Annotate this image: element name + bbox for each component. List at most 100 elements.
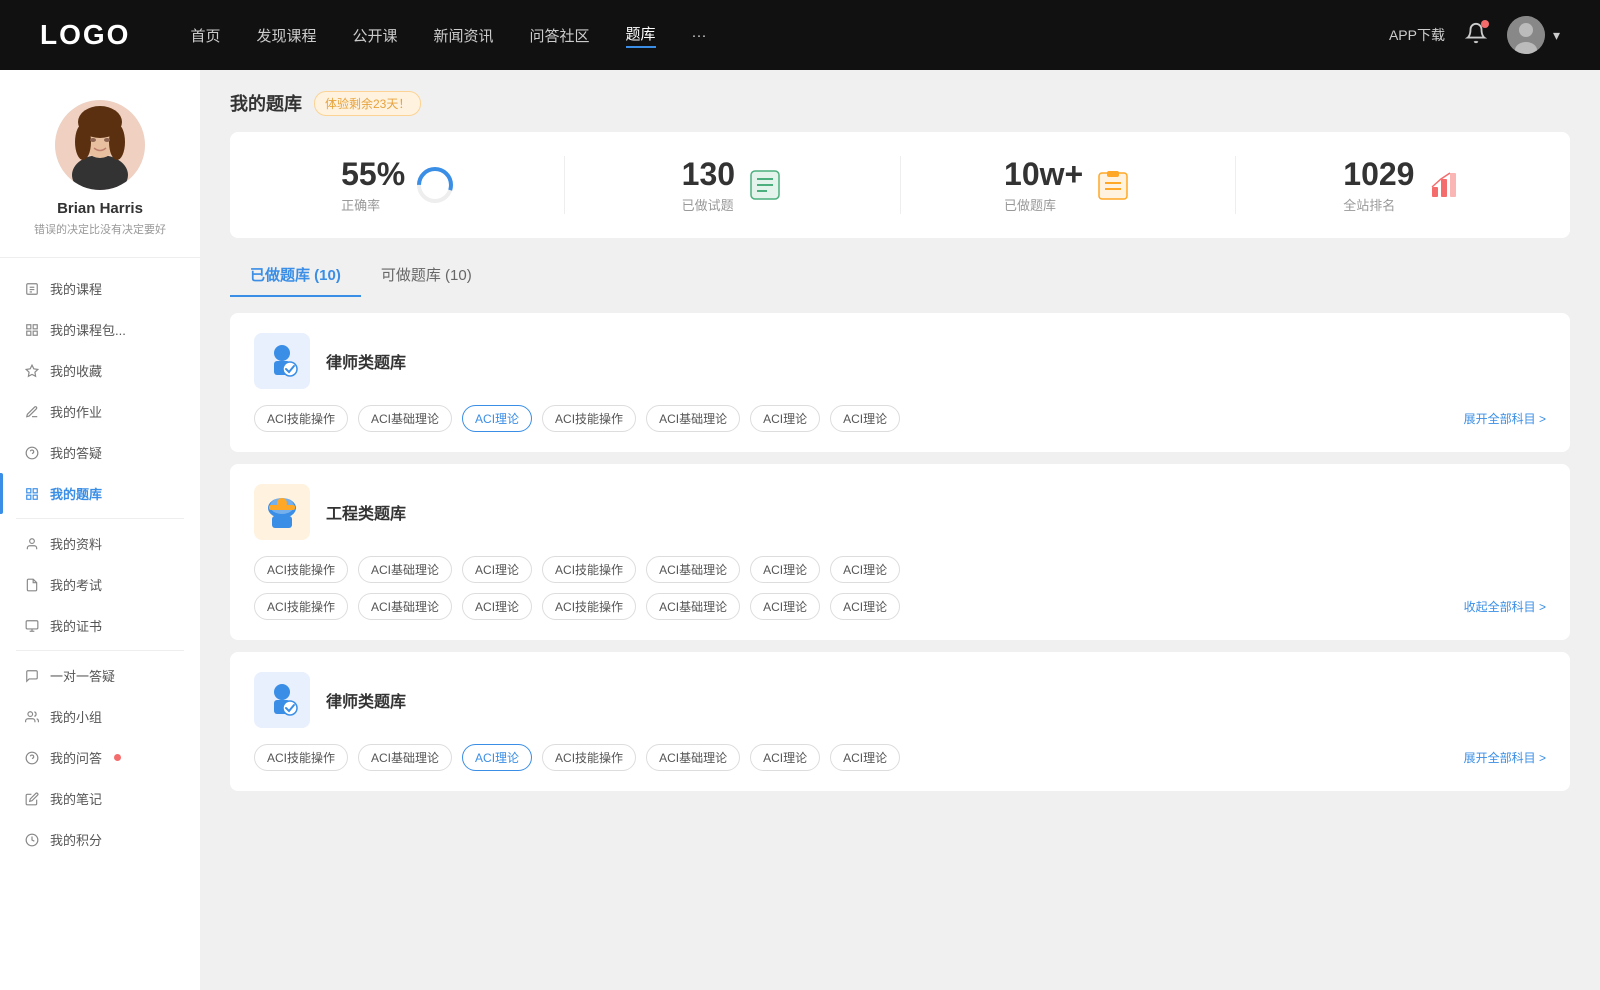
tag-item[interactable]: ACI基础理论 xyxy=(358,556,452,583)
sidebar-label: 我的资料 xyxy=(50,534,102,553)
sidebar-item-my-cert[interactable]: 我的证书 xyxy=(0,605,200,646)
tag-item[interactable]: ACI理论 xyxy=(750,556,820,583)
nav-home[interactable]: 首页 xyxy=(190,25,220,46)
file-icon xyxy=(24,281,40,297)
expand-link-1[interactable]: 展开全部科目 > xyxy=(1464,410,1546,427)
grid-icon xyxy=(24,486,40,502)
tag-item[interactable]: ACI基础理论 xyxy=(646,405,740,432)
sidebar-item-my-profile[interactable]: 我的资料 xyxy=(0,523,200,564)
bell-dot xyxy=(1481,20,1489,28)
tag-item[interactable]: ACI理论 xyxy=(830,744,900,771)
chart-icon xyxy=(24,322,40,338)
notification-bell[interactable] xyxy=(1465,22,1487,49)
tab-available-banks[interactable]: 可做题库 (10) xyxy=(361,254,492,297)
nav-news[interactable]: 新闻资讯 xyxy=(434,25,494,46)
sidebar-label: 我的笔记 xyxy=(50,789,102,808)
tag-item[interactable]: ACI理论 xyxy=(750,744,820,771)
tag-item-active[interactable]: ACI理论 xyxy=(462,405,532,432)
page-header: 我的题库 体验剩余23天！ xyxy=(230,90,1570,116)
nav-discover[interactable]: 发现课程 xyxy=(256,25,316,46)
tag-item[interactable]: ACI技能操作 xyxy=(254,593,348,620)
page-wrapper: Brian Harris 错误的决定比没有决定要好 我的课程 我的课程包... xyxy=(0,70,1600,990)
doc-icon xyxy=(24,577,40,593)
tag-item[interactable]: ACI基础理论 xyxy=(646,744,740,771)
menu-divider xyxy=(16,518,184,519)
sidebar-item-my-questions[interactable]: 我的答疑 xyxy=(0,432,200,473)
qbank-title-2: 工程类题库 xyxy=(326,500,406,524)
stat-rank-value: 1029 xyxy=(1343,156,1414,193)
tag-item[interactable]: ACI技能操作 xyxy=(542,556,636,583)
sidebar-item-my-notes[interactable]: 我的笔记 xyxy=(0,778,200,819)
qbank-header-2: 工程类题库 xyxy=(254,484,1546,540)
tag-item[interactable]: ACI理论 xyxy=(830,556,900,583)
stat-rank: 1029 全站排名 xyxy=(1236,156,1570,214)
qbank-title-3: 律师类题库 xyxy=(326,688,406,712)
tag-item[interactable]: ACI技能操作 xyxy=(542,593,636,620)
tag-item[interactable]: ACI技能操作 xyxy=(542,405,636,432)
tag-item[interactable]: ACI理论 xyxy=(750,593,820,620)
sidebar-label: 我的收藏 xyxy=(50,361,102,380)
sidebar-item-my-points[interactable]: 我的积分 xyxy=(0,819,200,860)
profile-avatar xyxy=(55,100,145,190)
tag-item[interactable]: ACI基础理论 xyxy=(358,744,452,771)
sidebar: Brian Harris 错误的决定比没有决定要好 我的课程 我的课程包... xyxy=(0,70,200,990)
sidebar-label: 我的答疑 xyxy=(50,443,102,462)
sidebar-item-one-on-one[interactable]: 一对一答疑 xyxy=(0,655,200,696)
sidebar-item-my-qa[interactable]: 我的问答 xyxy=(0,737,200,778)
tag-item[interactable]: ACI理论 xyxy=(830,405,900,432)
user-avatar-wrapper[interactable]: ▾ xyxy=(1507,16,1560,54)
stat-accuracy-label: 正确率 xyxy=(341,195,405,214)
expand-link-3[interactable]: 展开全部科目 > xyxy=(1464,749,1546,766)
sidebar-item-my-course[interactable]: 我的课程 xyxy=(0,268,200,309)
qbank-tags-row-2a: ACI技能操作 ACI基础理论 ACI理论 ACI技能操作 ACI基础理论 AC… xyxy=(254,556,1546,583)
sidebar-label: 我的小组 xyxy=(50,707,102,726)
sidebar-item-my-qbank[interactable]: 我的题库 xyxy=(0,473,200,514)
sidebar-menu: 我的课程 我的课程包... 我的收藏 我的作业 xyxy=(0,268,200,860)
qa-icon xyxy=(24,750,40,766)
sidebar-item-my-group[interactable]: 我的小组 xyxy=(0,696,200,737)
stat-done-banks: 10w+ 已做题库 xyxy=(901,156,1236,214)
stat-rank-text: 1029 全站排名 xyxy=(1343,156,1414,214)
qbank-tags-row-2b: ACI技能操作 ACI基础理论 ACI理论 ACI技能操作 ACI基础理论 AC… xyxy=(254,593,1546,620)
tag-item[interactable]: ACI技能操作 xyxy=(254,405,348,432)
list-icon xyxy=(747,167,783,203)
tag-item[interactable]: ACI理论 xyxy=(830,593,900,620)
score-icon xyxy=(24,832,40,848)
qbank-card-lawyer-1: 律师类题库 ACI技能操作 ACI基础理论 ACI理论 ACI技能操作 ACI基… xyxy=(230,313,1570,452)
stat-done-value: 130 xyxy=(682,156,735,193)
nav-open-course[interactable]: 公开课 xyxy=(352,25,397,46)
stat-banks-text: 10w+ 已做题库 xyxy=(1004,156,1083,214)
sidebar-item-course-package[interactable]: 我的课程包... xyxy=(0,309,200,350)
logo[interactable]: LOGO xyxy=(40,19,130,51)
sidebar-label: 我的题库 xyxy=(50,484,102,503)
nav-quiz[interactable]: 题库 xyxy=(626,23,656,48)
tag-item[interactable]: ACI基础理论 xyxy=(358,593,452,620)
nav-more[interactable]: ··· xyxy=(692,27,707,44)
collapse-link-2[interactable]: 收起全部科目 > xyxy=(1464,598,1546,615)
sidebar-item-my-exam[interactable]: 我的考试 xyxy=(0,564,200,605)
tag-item[interactable]: ACI基础理论 xyxy=(358,405,452,432)
qbank-card-engineer: 工程类题库 ACI技能操作 ACI基础理论 ACI理论 ACI技能操作 ACI基… xyxy=(230,464,1570,640)
navbar-right: APP下载 ▾ xyxy=(1389,16,1560,54)
stat-done-text: 130 已做试题 xyxy=(682,156,735,214)
qa-notification-dot xyxy=(114,754,121,761)
tag-item[interactable]: ACI技能操作 xyxy=(254,556,348,583)
tag-item[interactable]: ACI理论 xyxy=(750,405,820,432)
tag-item[interactable]: ACI技能操作 xyxy=(542,744,636,771)
sidebar-profile: Brian Harris 错误的决定比没有决定要好 xyxy=(0,100,200,258)
tag-item[interactable]: ACI理论 xyxy=(462,556,532,583)
sidebar-item-my-favorites[interactable]: 我的收藏 xyxy=(0,350,200,391)
sidebar-label: 我的考试 xyxy=(50,575,102,594)
tab-done-banks[interactable]: 已做题库 (10) xyxy=(230,254,361,297)
tag-item-active[interactable]: ACI理论 xyxy=(462,744,532,771)
sidebar-item-my-homework[interactable]: 我的作业 xyxy=(0,391,200,432)
app-download-link[interactable]: APP下载 xyxy=(1389,25,1445,45)
tag-item[interactable]: ACI基础理论 xyxy=(646,593,740,620)
tag-item[interactable]: ACI理论 xyxy=(462,593,532,620)
stat-banks-value: 10w+ xyxy=(1004,156,1083,193)
tag-item[interactable]: ACI基础理论 xyxy=(646,556,740,583)
qbank-lawyer-icon-2 xyxy=(254,672,310,728)
sidebar-label: 我的课程 xyxy=(50,279,102,298)
nav-qa[interactable]: 问答社区 xyxy=(530,25,590,46)
tag-item[interactable]: ACI技能操作 xyxy=(254,744,348,771)
